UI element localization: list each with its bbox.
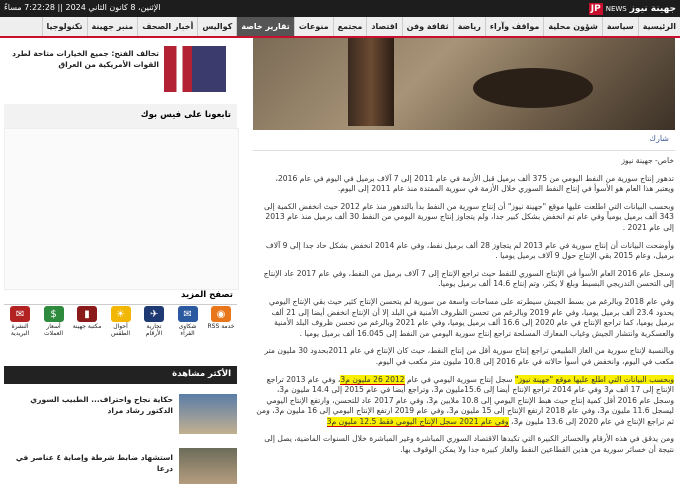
share-bar: شارك [253, 130, 675, 151]
article-paragraph: وأوضحت البيانات أن إنتاج سورية في عام 20… [265, 240, 674, 261]
nav-item[interactable]: منبر جهينة [86, 17, 138, 36]
share-button[interactable]: شارك [649, 134, 669, 143]
service-label: تجارية الأرقام [145, 323, 163, 337]
main-nav: الرئيسية سياسة شؤون محلية مواقف وآراء رياضة ث… [0, 17, 680, 38]
nav-item[interactable]: كواليس [197, 17, 236, 36]
highlight-2012-value: 2012 26 مليون م3 [340, 374, 405, 385]
article-source: خاص- جهينة نيوز [621, 156, 674, 165]
service-label: مكتبة جهينة [72, 323, 102, 330]
service-label: خدمة RSS [207, 323, 235, 330]
article-paragraph: تدهور إنتاج سورية من النفط اليومي من 375… [275, 173, 674, 194]
facebook-widget [4, 128, 239, 290]
service-money[interactable]: $ أسعار العملات [38, 306, 70, 348]
related-article-card[interactable]: تحالف الفتح: جميع الخيارات متاحة لطرد ال… [4, 40, 237, 98]
chat-icon: ✉ [177, 306, 198, 322]
service-mail[interactable]: ✉ النشرة البريدية [4, 306, 36, 348]
most-viewed-title-text[interactable]: استشهاد ضابط شرطة وإصابة ٤ عناصر في درعا [8, 452, 173, 474]
logo-news: NEWS [605, 4, 627, 13]
nav-item[interactable]: سياسة [601, 17, 638, 36]
facebook-header: تابعونا على فيس بوك [4, 104, 237, 130]
service-label: أسعار العملات [43, 323, 64, 337]
service-label: أحوال الطقس [110, 323, 131, 337]
nav-item[interactable]: شؤون محلية [543, 17, 602, 36]
hero-well-shape [473, 68, 593, 108]
nav-item[interactable]: ثقافة وفن [401, 17, 453, 36]
related-article-thumb [164, 46, 226, 92]
related-article-title[interactable]: تحالف الفتح: جميع الخيارات متاحة لطرد ال… [9, 48, 159, 70]
service-label: شكاوى القراء [178, 323, 197, 337]
book-icon: ▮ [77, 306, 97, 322]
most-viewed-title-text[interactable]: حكاية نجاح واحتراف... الطبيب السوري الدك… [8, 394, 173, 416]
more-title: تصفح المزيد [181, 290, 233, 300]
article-paragraph: وبالنسبة لإنتاج سورية من الغاز الطبيعي ت… [264, 346, 674, 366]
highlight-source: وبحسب البيانات التي اطلع عليها موقع "جهي… [514, 374, 674, 384]
article-paragraph: ومن يدقق في هذه الأرقام والخسائر الكبيرة… [264, 434, 674, 455]
highlight-2021-value: وفي عام 2021 سجل الإنتاج اليومي فقط 12.5… [326, 416, 509, 427]
mail-icon: ✉ [10, 306, 30, 322]
most-viewed-item[interactable]: استشهاد ضابط شرطة وإصابة ٤ عناصر في درعا [4, 446, 237, 486]
nav-item[interactable]: مواقف وآراء [484, 17, 543, 36]
services-icons: ◉ خدمة RSS ✉ شكاوى القراء ✈ تجارية الأرقام ☀ أح… [4, 306, 237, 348]
money-icon: $ [43, 306, 64, 322]
service-book[interactable]: ▮ مكتبة جهينة [71, 306, 103, 348]
nav-item[interactable]: تكنولوجيا [41, 17, 87, 36]
nav-item[interactable]: رياضة [452, 17, 485, 36]
rss-icon: ◉ [211, 306, 231, 322]
service-weather[interactable]: ☀ أحوال الطقس [105, 306, 137, 348]
text-run: سجل إنتاج سورية اليومي في عام [404, 374, 515, 384]
most-viewed-thumb [179, 394, 237, 434]
top-bar: الإثنين، 8 كانون الثاني 2024 || 7:22:28 … [0, 0, 680, 17]
plane-icon: ✈ [144, 306, 164, 322]
article-paragraph-highlighted: وبحسب البيانات التي اطلع عليها موقع "جهي… [256, 374, 674, 428]
service-chat[interactable]: ✉ شكاوى القراء [172, 306, 204, 348]
most-viewed-header: الأكثر مشاهدة [4, 366, 237, 384]
nav-item[interactable]: تقارير خاصة [236, 17, 294, 36]
current-date: الإثنين، 8 كانون الثاني 2024 || 7:22:28 … [4, 3, 161, 12]
nav-item[interactable]: مجتمع [332, 17, 367, 36]
service-label: النشرة البريدية [10, 323, 30, 337]
nav-item[interactable]: اقتصاد [366, 17, 401, 36]
most-viewed-title: الأكثر مشاهدة [172, 369, 231, 379]
logo-arabic: جهينة نيوز [629, 3, 676, 14]
nav-item[interactable]: أخبار الصحف [137, 17, 197, 36]
most-viewed-thumb [179, 448, 237, 484]
weather-icon: ☀ [110, 306, 131, 322]
hero-pipe-shape [348, 38, 394, 126]
more-header: تصفح المزيد [4, 288, 237, 305]
article-paragraph: وفي عام 2018 وبالرغم من بسط الجيش سيطرته… [269, 296, 674, 338]
most-viewed-item[interactable]: حكاية نجاح واحتراف... الطبيب السوري الدك… [4, 388, 237, 436]
article-body: خاص- جهينة نيوز تدهور إنتاج سورية من الن… [256, 156, 674, 463]
nav-item[interactable]: الرئيسية [637, 17, 680, 36]
facebook-title: تابعونا على فيس بوك [140, 110, 231, 120]
article-paragraph: وبحسب البيانات التي اطلعت عليها موقع "جه… [263, 201, 674, 232]
service-plane[interactable]: ✈ تجارية الأرقام [138, 306, 170, 348]
service-rss[interactable]: ◉ خدمة RSS [205, 306, 237, 348]
nav-item[interactable]: منوعات [293, 17, 333, 36]
article-hero-image [253, 38, 675, 130]
logo-badge: JP [588, 2, 603, 15]
article-paragraph: وسجل عام 2016 العام الأسوأ في الإنتاج ال… [263, 268, 674, 289]
site-logo[interactable]: JP NEWS جهينة نيوز [588, 1, 676, 16]
